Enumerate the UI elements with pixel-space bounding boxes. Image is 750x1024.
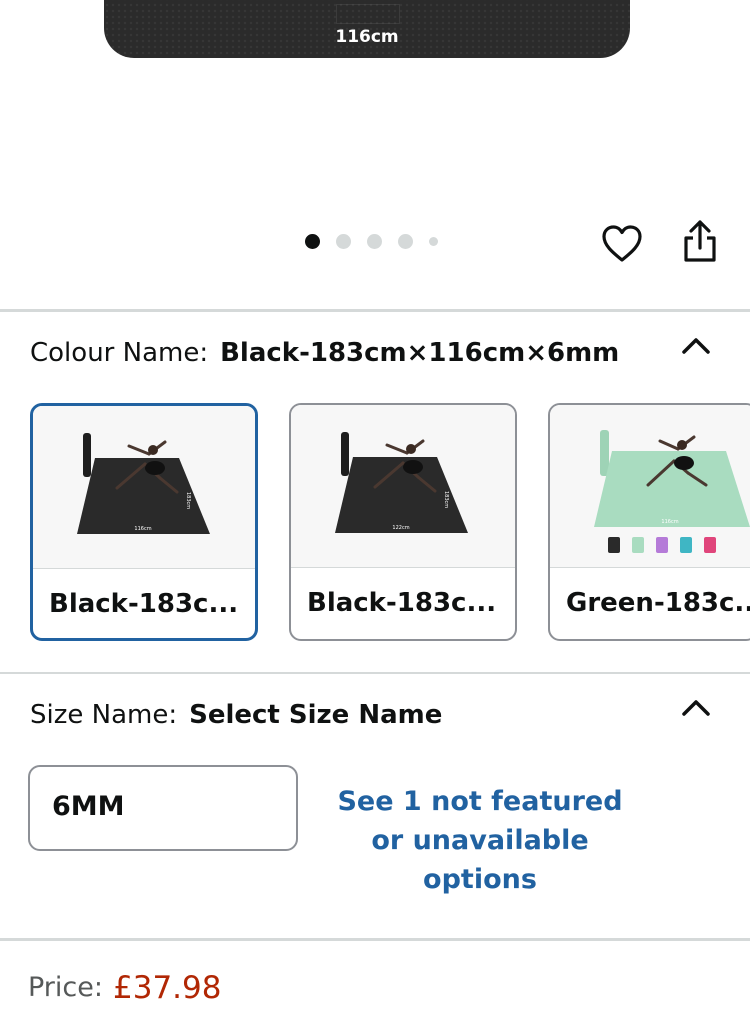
pagination-dot[interactable] (398, 233, 413, 249)
colour-selected-value: Black-183cm×116cm×6mm (220, 338, 620, 368)
yoga-mat-thumbnail: 116cm (594, 430, 750, 553)
image-pagination-dots (305, 232, 454, 250)
colour-chip (680, 537, 692, 553)
thumbnail-length-label: 183cm (185, 492, 191, 509)
price-label: Price: (28, 972, 103, 1003)
thumbnail-width-label: 116cm (661, 519, 678, 525)
size-name-label: Size Name: (30, 700, 178, 730)
section-divider (0, 672, 750, 674)
thumbnail-width-label: 116cm (134, 526, 151, 532)
pagination-dot[interactable] (367, 233, 382, 249)
size-row-label: Size Name: Select Size Name (30, 700, 442, 730)
swatch-image: 116cm 183cm (33, 406, 255, 568)
swatch-image: 116cm (550, 405, 750, 567)
colour-row-label: Colour Name: Black-183cm×116cm×6mm (30, 338, 619, 368)
thumbnail-length-label: 183cm (443, 491, 449, 508)
price-value: £37.98 (113, 970, 222, 1006)
swatch-separator (33, 568, 255, 569)
swatch-separator (291, 567, 515, 568)
section-divider (0, 309, 750, 312)
colour-name-label: Colour Name: (30, 338, 209, 368)
brand-logo (336, 4, 400, 24)
pagination-dot[interactable] (305, 233, 320, 249)
section-divider (0, 938, 750, 941)
colour-chip (704, 537, 716, 553)
swatch-caption: Black-183c... (49, 589, 239, 619)
colour-option-black-116[interactable]: 116cm 183cm Black-183c... (30, 403, 258, 641)
colour-option-green-116[interactable]: 116cm Green-183c... (548, 403, 750, 641)
yoga-mat-thumbnail: 116cm 183cm (77, 433, 210, 534)
pagination-dot[interactable] (429, 236, 438, 246)
swatch-caption: Black-183c... (307, 588, 497, 618)
colour-option-black-122[interactable]: 122cm 183cm Black-183c... (289, 403, 517, 641)
size-option-label: 6MM (52, 791, 125, 822)
unavailable-options-link[interactable]: See 1 not featured or unavailable option… (330, 782, 630, 899)
yoga-mat-thumbnail: 122cm 183cm (335, 432, 468, 533)
swatch-image: 122cm 183cm (291, 405, 515, 567)
heart-icon[interactable] (600, 222, 644, 266)
cut-off-delivery-link[interactable] (112, 1014, 582, 1024)
swatch-separator (550, 567, 750, 568)
chevron-up-icon[interactable] (678, 334, 714, 358)
colour-chip (608, 537, 620, 553)
swatch-caption: Green-183c... (566, 588, 750, 618)
size-selected-value: Select Size Name (189, 700, 443, 730)
size-option-6mm[interactable]: 6MM (28, 765, 298, 851)
pagination-dot[interactable] (336, 233, 351, 249)
share-icon[interactable] (678, 218, 722, 266)
chevron-up-icon[interactable] (678, 696, 714, 720)
colour-chip (632, 537, 644, 553)
thumbnail-width-label: 122cm (392, 525, 409, 531)
yoga-mat-image: 116cm (104, 0, 630, 58)
mat-width-label: 116cm (335, 27, 399, 47)
colour-chip (656, 537, 668, 553)
